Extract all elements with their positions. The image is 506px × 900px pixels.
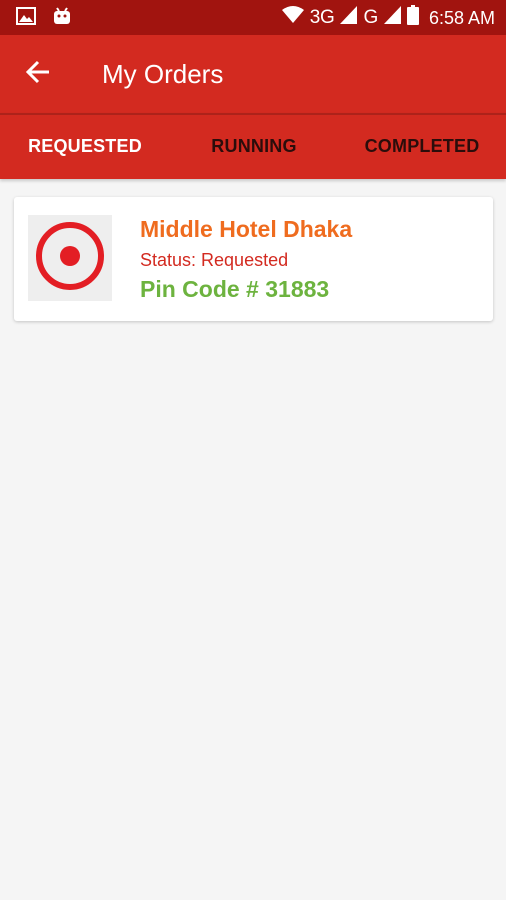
tab-requested[interactable]: REQUESTED bbox=[0, 113, 170, 179]
order-card[interactable]: Middle Hotel Dhaka Status: Requested Pin… bbox=[14, 197, 493, 321]
arrow-back-icon bbox=[25, 60, 51, 89]
page-title: My Orders bbox=[102, 59, 224, 89]
order-status: Status: Requested bbox=[140, 250, 289, 270]
network-type-2: G bbox=[363, 7, 378, 28]
signal-icon-1 bbox=[340, 6, 358, 30]
image-notification-icon bbox=[16, 7, 36, 30]
android-notification-icon bbox=[52, 6, 72, 31]
clock: 6:58 AM bbox=[428, 8, 495, 28]
target-icon bbox=[35, 221, 105, 296]
order-thumbnail bbox=[28, 215, 112, 301]
hotel-name: Middle Hotel Dhaka bbox=[140, 216, 353, 242]
wifi-icon bbox=[281, 6, 304, 30]
tab-completed[interactable]: COMPLETED bbox=[338, 113, 506, 179]
system-status: 3G G 6:58 AM bbox=[281, 5, 495, 31]
app-bar: My Orders bbox=[0, 35, 506, 113]
battery-icon bbox=[406, 5, 419, 31]
network-type-1: 3G bbox=[309, 7, 335, 28]
pin-code: Pin Code # 31883 bbox=[140, 276, 330, 302]
tab-running[interactable]: RUNNING bbox=[170, 113, 338, 179]
status-bar: 3G G 6:58 AM bbox=[0, 0, 506, 35]
back-button[interactable] bbox=[18, 56, 58, 92]
tab-bar: REQUESTED RUNNING COMPLETED bbox=[0, 113, 506, 179]
notification-icons bbox=[16, 6, 72, 31]
signal-icon-2 bbox=[383, 6, 401, 30]
